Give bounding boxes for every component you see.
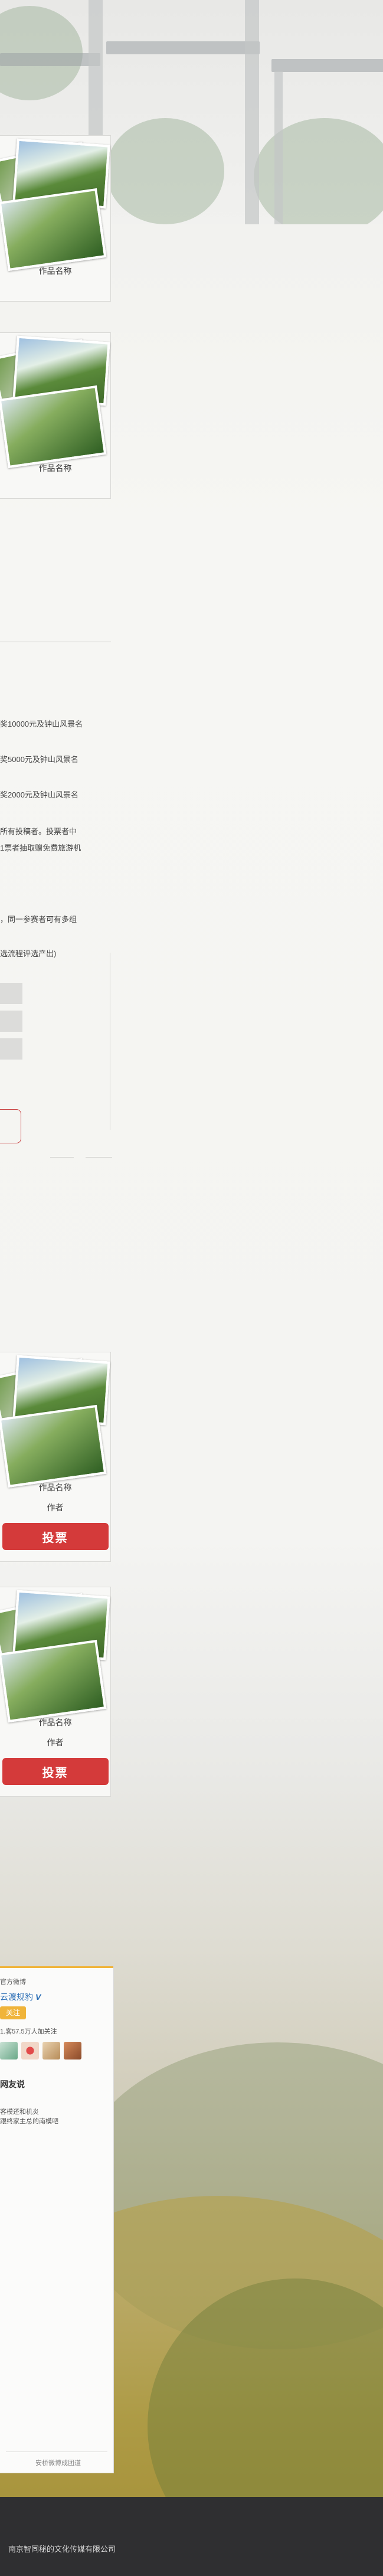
rules-text: ，同一参赛者可有多组 xyxy=(0,915,77,924)
site-footer: 南京智同秘的文化传媒有限公司 xyxy=(0,2497,383,2576)
work-card[interactable]: 作品名称 xyxy=(0,135,111,302)
photo-print xyxy=(0,1639,107,1723)
photo-print xyxy=(0,1404,107,1488)
verified-icon: V xyxy=(35,1992,41,2002)
weibo-name-text[interactable]: 云渡规豹 xyxy=(0,1992,33,2002)
copyright-text: 南京智同秘的文化传媒有限公司 xyxy=(8,2545,116,2554)
weibo-footer-link[interactable]: 安桥微博成团道 xyxy=(35,2458,81,2467)
weibo-widget: 官方微博 云渡规豹 V 关注 1.客57.5万人加关注 网友说 客模还和机炎 跟终… xyxy=(0,1966,114,2473)
form-field[interactable] xyxy=(0,1011,22,1032)
work-card[interactable]: 作品名称 xyxy=(0,332,111,499)
form-field[interactable] xyxy=(0,983,22,1004)
weibo-topbar xyxy=(0,1966,113,1968)
fan-avatars xyxy=(0,2042,81,2060)
work-photo[interactable] xyxy=(0,138,110,272)
gate-roof xyxy=(0,53,100,66)
follow-button[interactable]: 关注 xyxy=(0,2006,26,2019)
weibo-official-label: 官方微博 xyxy=(0,1979,26,1986)
weibo-footer-divider xyxy=(6,2451,107,2452)
gate-roof xyxy=(106,41,260,54)
form-field[interactable] xyxy=(0,1038,22,1060)
hill xyxy=(71,2042,383,2349)
avatar[interactable] xyxy=(0,2042,18,2060)
gate-column xyxy=(274,71,283,224)
avatar[interactable] xyxy=(42,2042,60,2060)
vote-button[interactable]: 投票 xyxy=(2,1758,109,1785)
hill xyxy=(148,2278,383,2497)
rules-text: 1票者抽取赠免费旅游机 xyxy=(0,844,81,852)
rules-text: 奖2000元及钟山风景名 xyxy=(0,790,78,799)
photo-print xyxy=(0,188,107,272)
vote-button[interactable]: 投票 xyxy=(2,1523,109,1550)
weibo-post: 跟终家主总的南模吧 xyxy=(0,2118,58,2125)
hero-tree xyxy=(106,118,224,224)
divider-tick xyxy=(50,1157,74,1158)
work-card[interactable]: 作品名称 作者 投票 xyxy=(0,1587,111,1797)
avatar[interactable] xyxy=(21,2042,39,2060)
weibo-section-title: 网友说 xyxy=(0,2080,25,2089)
rules-text: 奖10000元及钟山风景名 xyxy=(0,720,83,728)
rules-text: 所有投稿者。投票者中 xyxy=(0,827,77,836)
gate-roof xyxy=(271,59,383,72)
work-photo[interactable] xyxy=(0,1355,110,1488)
work-photo[interactable] xyxy=(0,1590,110,1723)
photo-print xyxy=(0,385,107,469)
weibo-account-name[interactable]: 云渡规豹 V xyxy=(0,1991,41,2003)
rules-text: 选流程评选产出) xyxy=(0,949,57,958)
work-card[interactable]: 作品名称 作者 投票 xyxy=(0,1352,111,1562)
submit-button[interactable] xyxy=(0,1109,21,1143)
avatar[interactable] xyxy=(64,2042,81,2060)
rules-text: 奖5000元及钟山风景名 xyxy=(0,755,78,764)
work-author: 作者 xyxy=(47,1503,64,1512)
divider-tick xyxy=(86,1157,112,1158)
weibo-post: 客模还和机炎 xyxy=(0,2108,39,2116)
gate-column xyxy=(245,0,259,224)
work-author: 作者 xyxy=(47,1738,64,1747)
weibo-fans: 1.客57.5万人加关注 xyxy=(0,2028,57,2035)
work-photo[interactable] xyxy=(0,335,110,469)
